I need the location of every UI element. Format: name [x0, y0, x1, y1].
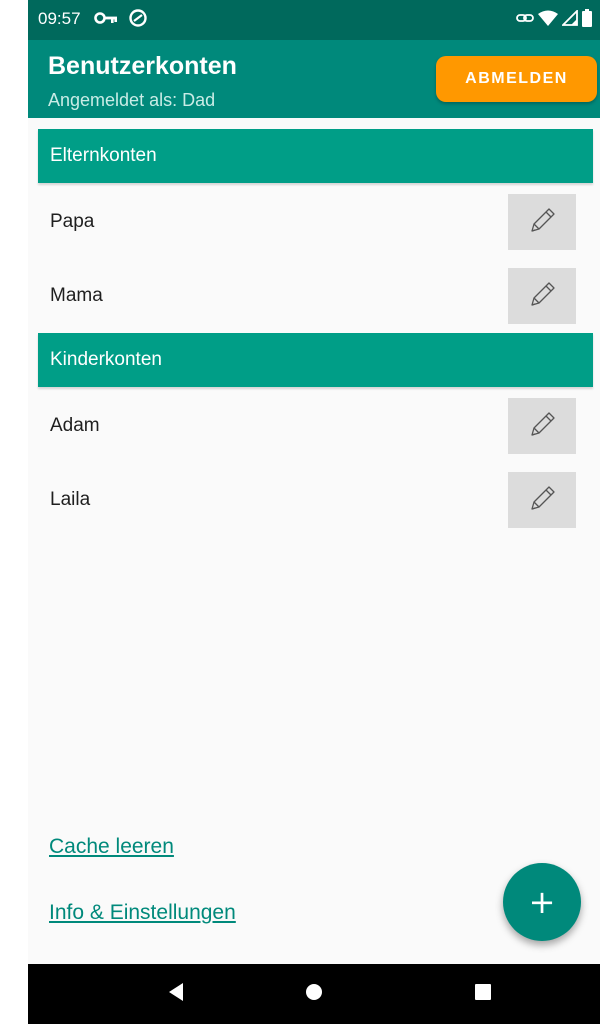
pencil-icon — [524, 407, 560, 446]
clear-cache-link[interactable]: Cache leeren — [49, 835, 174, 859]
section-header-children: Kinderkonten — [38, 333, 593, 387]
status-bar: 09:57 — [28, 0, 600, 40]
plus-icon: + — [528, 883, 556, 921]
recents-square-icon — [474, 983, 492, 1006]
account-name: Mama — [50, 285, 103, 306]
account-name: Adam — [50, 415, 100, 436]
logged-in-subtitle: Angemeldet als: Dad — [48, 90, 216, 110]
recents-button[interactable] — [467, 978, 499, 1010]
logout-button[interactable]: ABMELDEN — [436, 56, 597, 102]
back-button[interactable] — [160, 978, 192, 1010]
info-settings-link[interactable]: Info & Einstellungen — [49, 901, 236, 925]
pencil-icon — [524, 203, 560, 242]
home-circle-icon — [304, 982, 324, 1007]
pencil-icon — [524, 481, 560, 520]
signal-icon — [560, 8, 578, 31]
add-account-button[interactable]: + — [503, 863, 581, 941]
edit-account-button[interactable] — [508, 472, 576, 528]
section-header-parents: Elternkonten — [38, 129, 593, 183]
navigation-bar — [28, 964, 600, 1024]
list-item[interactable]: Laila — [38, 463, 593, 537]
vpn-key-icon — [94, 11, 118, 30]
phone-screen: 09:57 Benutzerkonten Angemeldet als: Dad… — [28, 0, 600, 1024]
wifi-icon — [538, 10, 558, 31]
home-button[interactable] — [298, 978, 330, 1010]
app-bar: Benutzerkonten Angemeldet als: Dad ABMEL… — [28, 40, 600, 118]
account-name: Papa — [50, 211, 95, 232]
link-icon — [516, 11, 534, 29]
back-triangle-icon — [167, 982, 185, 1007]
edit-account-button[interactable] — [508, 194, 576, 250]
page-title: Benutzerkonten — [48, 52, 237, 80]
edit-account-button[interactable] — [508, 268, 576, 324]
list-item[interactable]: Mama — [38, 259, 593, 333]
list-item[interactable]: Papa — [38, 185, 593, 259]
status-time: 09:57 — [38, 9, 81, 28]
edit-account-button[interactable] — [508, 398, 576, 454]
list-item[interactable]: Adam — [38, 389, 593, 463]
pencil-icon — [524, 277, 560, 316]
account-name: Laila — [50, 489, 91, 510]
battery-icon — [582, 8, 592, 32]
data-saver-icon — [128, 8, 148, 33]
